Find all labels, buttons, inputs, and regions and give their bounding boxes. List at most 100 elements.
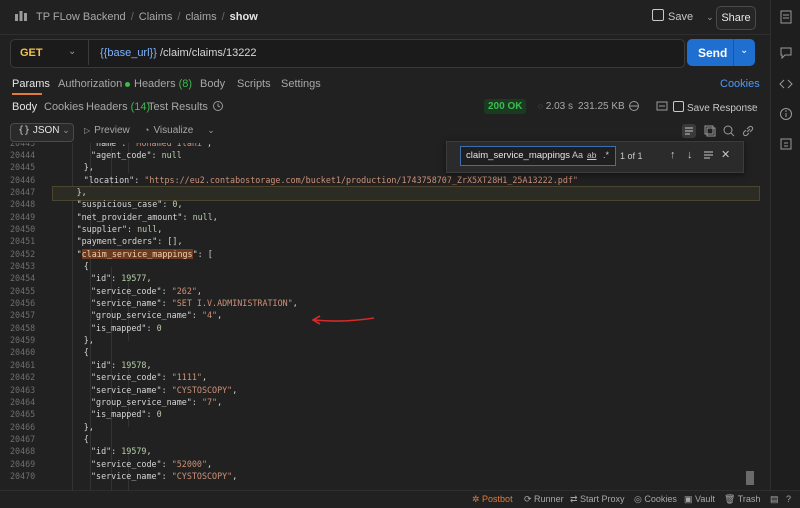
code-line[interactable]: 20448 "suspicious_case": 0, <box>0 198 770 210</box>
line-number: 20459 <box>10 335 36 346</box>
trash-button[interactable]: 🗑︎ Trash <box>724 494 760 505</box>
status-badge[interactable]: 200 OK <box>484 99 527 114</box>
code-line[interactable]: 20464 "group_service_name": "7", <box>0 396 770 408</box>
response-time[interactable]: ◌ 2.03 s <box>538 101 573 112</box>
visualize-icon: ◔ <box>144 125 150 135</box>
code-line[interactable]: 20468 "id": 19579, <box>0 445 770 457</box>
postbot-button[interactable]: ✲ Postbot <box>472 494 513 505</box>
copy-icon[interactable] <box>703 124 717 138</box>
format-select-label[interactable]: {} JSON ⌄ <box>18 125 70 136</box>
preview-button[interactable]: ▷ Preview <box>84 125 130 136</box>
code-line[interactable]: 20453 { <box>0 260 770 272</box>
help-icon[interactable]: ? <box>786 494 791 504</box>
wrap-lines-icon[interactable] <box>682 124 696 138</box>
code-text: "service_code": "52000", <box>91 458 213 469</box>
chevron-down-icon[interactable]: ⌄ <box>207 125 215 135</box>
code-line[interactable]: 20451 "payment_orders": [], <box>0 235 770 247</box>
response-tab-headers[interactable]: Headers (14) <box>86 101 150 113</box>
close-icon[interactable]: ✕ <box>721 148 730 161</box>
response-tab-test-results[interactable]: Test Results <box>148 101 208 113</box>
code-line[interactable]: 20452 "claim_service_mappings": [ <box>0 248 770 260</box>
save-button[interactable]: Save ⌄ <box>652 9 714 23</box>
code-line[interactable]: 20465 "is_mapped": 0 <box>0 408 770 420</box>
code-line[interactable]: 20460 { <box>0 346 770 358</box>
cookies-link[interactable]: Cookies <box>720 78 760 90</box>
share-button[interactable]: Share <box>716 6 756 30</box>
send-label[interactable]: Send <box>698 46 727 60</box>
code-line[interactable]: 20447}, <box>0 186 770 198</box>
code-text: "group_service_name": "4", <box>91 310 223 321</box>
tab-headers[interactable]: Headers (8) <box>134 78 192 90</box>
documentation-icon[interactable] <box>779 10 793 24</box>
start-proxy-label: Start Proxy <box>580 494 625 504</box>
breadcrumb-collection[interactable]: TP FLow Backend <box>36 11 126 23</box>
regex-toggle[interactable]: .* <box>603 150 609 160</box>
tab-body[interactable]: Body <box>200 78 225 90</box>
runner-button[interactable]: ⟳ Runner <box>524 494 564 505</box>
method-select[interactable]: GET <box>20 47 43 59</box>
start-proxy-button[interactable]: ⇄ Start Proxy <box>570 494 625 505</box>
response-tab-body[interactable]: Body <box>12 101 37 113</box>
line-number: 20455 <box>10 285 36 296</box>
code-line[interactable]: 20462 "service_code": "1111", <box>0 371 770 383</box>
code-line[interactable]: 20469 "service_code": "52000", <box>0 458 770 470</box>
link-icon[interactable] <box>741 124 755 138</box>
info-icon[interactable] <box>779 107 793 121</box>
vault-button[interactable]: ▣ Vault <box>684 494 715 505</box>
code-line[interactable]: 20446 "location": "https://eu2.contabosto… <box>0 174 770 186</box>
previous-match-icon[interactable]: ↑ <box>670 149 676 161</box>
related-collections-icon[interactable] <box>779 137 793 151</box>
cookies-label: Cookies <box>644 494 677 504</box>
url-input[interactable]: {{base_url}} /claim/claims/13222 <box>100 47 257 59</box>
code-line[interactable]: 20458 "is_mapped": 0 <box>0 322 770 334</box>
code-line[interactable]: 20470 "service_name": "CYSTOSCOPY", <box>0 470 770 482</box>
history-icon[interactable] <box>212 100 224 112</box>
tab-headers-label: Headers <box>134 78 176 90</box>
collection-icon <box>14 9 28 23</box>
tab-scripts[interactable]: Scripts <box>237 78 271 90</box>
code-line[interactable]: 20467 { <box>0 433 770 445</box>
more-options-icon[interactable]: ⋯ <box>744 99 755 112</box>
code-text: "service_code": "262", <box>91 285 202 296</box>
tab-params[interactable]: Params <box>12 78 50 90</box>
example-icon[interactable] <box>656 100 668 112</box>
code-line[interactable]: 20455 "service_code": "262", <box>0 285 770 297</box>
code-line[interactable]: 20450 "supplier": null, <box>0 223 770 235</box>
match-case-toggle[interactable]: Aa <box>572 150 583 160</box>
visualize-button[interactable]: ◔ Visualize ⌄ <box>144 125 215 136</box>
tab-settings[interactable]: Settings <box>281 78 321 90</box>
breadcrumb-folder-claims[interactable]: Claims <box>139 11 173 23</box>
code-line[interactable]: 20463 "service_name": "CYSTOSCOPY", <box>0 384 770 396</box>
tab-authorization[interactable]: Authorization <box>58 78 131 90</box>
match-count: 1 of 1 <box>620 151 643 161</box>
code-line[interactable]: 20456 "service_name": "SET I.V.ADMINISTRA… <box>0 297 770 309</box>
find-query[interactable]: claim_service_mappings <box>466 150 570 161</box>
chevron-down-icon[interactable]: ⌄ <box>68 46 76 57</box>
chevron-down-icon[interactable]: ⌄ <box>706 12 714 22</box>
response-size[interactable]: 231.25 KB <box>578 101 625 112</box>
layout-toggle-icon[interactable]: ▤ <box>770 494 779 505</box>
code-line[interactable]: 20461 "id": 19578, <box>0 359 770 371</box>
comments-icon[interactable] <box>779 46 793 60</box>
status-dot-icon <box>125 81 131 87</box>
network-icon[interactable] <box>628 100 640 112</box>
response-tab-cookies[interactable]: Cookies <box>44 101 84 113</box>
code-icon[interactable] <box>779 77 793 91</box>
code-line[interactable]: 20449 "net_provider_amount": null, <box>0 211 770 223</box>
cookies-button[interactable]: ◎ Cookies <box>634 494 677 505</box>
code-text: { <box>83 347 89 358</box>
code-line[interactable]: 20466}, <box>0 421 770 433</box>
search-icon[interactable] <box>722 124 736 138</box>
breadcrumb-folder-claims-sub[interactable]: claims <box>185 11 216 23</box>
whole-word-toggle[interactable]: ab <box>587 150 596 160</box>
code-line[interactable]: 20454 "id": 19577, <box>0 272 770 284</box>
next-match-icon[interactable]: ↓ <box>687 149 693 161</box>
scrollbar-thumb[interactable] <box>746 471 754 485</box>
visualize-label: Visualize <box>153 125 194 136</box>
send-options-chevron-icon[interactable]: ⌄ <box>740 45 748 56</box>
line-number: 20453 <box>10 261 36 271</box>
code-line[interactable]: 20457 "group_service_name": "4", <box>0 309 770 321</box>
find-in-selection-icon[interactable] <box>703 149 714 160</box>
code-line[interactable]: 20459}, <box>0 334 770 346</box>
breadcrumb-request-name[interactable]: show <box>230 11 258 23</box>
